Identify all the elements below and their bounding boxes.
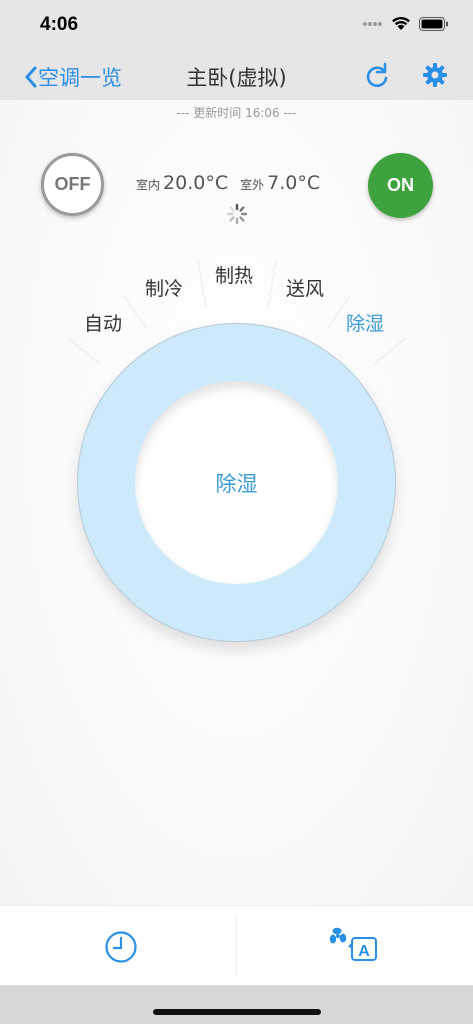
page-title: 主卧(虚拟) [186, 66, 287, 90]
refresh-icon [366, 62, 388, 88]
settings-button[interactable] [422, 62, 448, 92]
wifi-icon [392, 16, 410, 30]
toolbar-divider [236, 916, 237, 976]
svg-text:A: A [358, 943, 370, 960]
status-icons [363, 16, 449, 31]
home-indicator[interactable] [153, 1009, 321, 1015]
mode-dial[interactable]: 除湿 [77, 323, 396, 642]
refresh-button[interactable] [364, 62, 390, 94]
bottom-toolbar: A [0, 905, 473, 985]
main-panel: --- 更新时间 16:06 --- OFF 室内 20.0°C 室外 7.0°… [0, 100, 473, 905]
clock-icon [105, 931, 137, 963]
nav-bar: 空调一览 主卧(虚拟) [0, 50, 473, 100]
mode-heat[interactable]: 制热 [215, 261, 253, 288]
fan-speed-button[interactable]: A [328, 926, 380, 968]
current-mode-label: 除湿 [215, 471, 258, 496]
mode-dial-center: 除湿 [135, 381, 338, 584]
fan-auto-icon: A [329, 927, 377, 961]
status-bar: 4:06 [0, 0, 473, 50]
mode-cool[interactable]: 制冷 [145, 274, 183, 301]
mode-auto[interactable]: 自动 [84, 309, 122, 336]
home-indicator-area [0, 985, 473, 1024]
signal-icon [363, 21, 382, 26]
battery-icon [419, 16, 448, 31]
mode-dry[interactable]: 除湿 [346, 309, 384, 336]
mode-fan[interactable]: 送风 [286, 274, 324, 301]
timer-button[interactable] [104, 930, 138, 968]
status-time: 4:06 [40, 14, 79, 35]
gear-icon [423, 63, 447, 87]
